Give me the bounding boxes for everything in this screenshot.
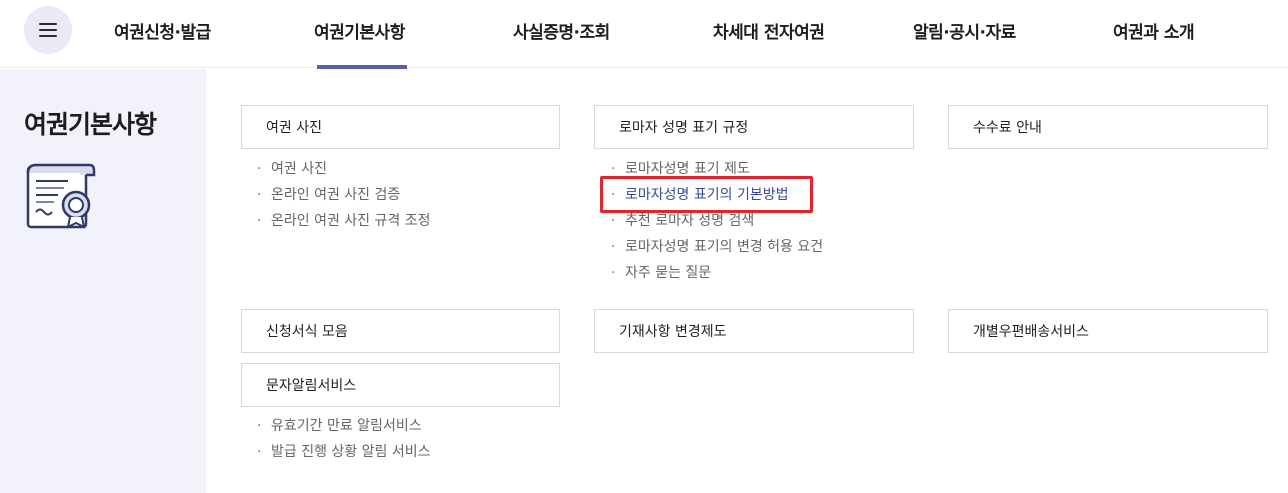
section-sms-notification[interactable]: 문자알림서비스 <box>241 363 560 407</box>
list-item-faq[interactable]: 자주 묻는 질문 <box>608 260 823 286</box>
nav-item-fact-certification[interactable]: 사실증명·조회 <box>513 18 610 43</box>
sms-notification-list: 유효기간 만료 알림서비스 발급 진행 상황 알림 서비스 <box>254 413 430 465</box>
nav-item-next-gen-passport[interactable]: 차세대 전자여권 <box>713 18 825 43</box>
list-item-expiry-alert[interactable]: 유효기간 만료 알림서비스 <box>254 413 430 439</box>
list-item-romanization-change-requirements[interactable]: 로마자성명 표기의 변경 허용 요건 <box>608 234 823 260</box>
section-record-change[interactable]: 기재사항 변경제도 <box>594 309 914 353</box>
sidebar-panel: 여권기본사항 <box>0 69 206 493</box>
highlight-annotation <box>600 176 813 213</box>
page-title: 여권기본사항 <box>24 110 157 139</box>
active-nav-indicator <box>317 65 407 69</box>
list-item-passport-photo[interactable]: 여권 사진 <box>254 156 430 182</box>
section-romanization-rules[interactable]: 로마자 성명 표기 규정 <box>594 105 914 149</box>
nav-item-passport-application[interactable]: 여권신청·발급 <box>114 18 211 43</box>
section-application-forms[interactable]: 신청서식 모음 <box>241 309 560 353</box>
section-fee-info[interactable]: 수수료 안내 <box>948 105 1268 149</box>
hamburger-menu-icon <box>39 23 57 37</box>
nav-item-notices[interactable]: 알림·공시·자료 <box>913 18 1016 43</box>
list-item-online-photo-resize[interactable]: 온라인 여권 사진 규격 조정 <box>254 208 430 234</box>
top-navigation: 여권신청·발급 여권기본사항 사실증명·조회 차세대 전자여권 알림·공시·자료… <box>0 0 1288 68</box>
list-item-online-photo-verify[interactable]: 온라인 여권 사진 검증 <box>254 182 430 208</box>
nav-item-passport-basics[interactable]: 여권기본사항 <box>314 18 405 43</box>
section-passport-photo[interactable]: 여권 사진 <box>241 105 560 149</box>
list-item-issuance-progress-alert[interactable]: 발급 진행 상황 알림 서비스 <box>254 439 430 465</box>
certificate-document-icon <box>26 163 96 229</box>
hamburger-menu-button[interactable] <box>24 6 72 54</box>
nav-item-about[interactable]: 여권과 소개 <box>1113 18 1195 43</box>
section-postal-delivery[interactable]: 개별우편배송서비스 <box>948 309 1268 353</box>
passport-photo-list: 여권 사진 온라인 여권 사진 검증 온라인 여권 사진 규격 조정 <box>254 156 430 234</box>
